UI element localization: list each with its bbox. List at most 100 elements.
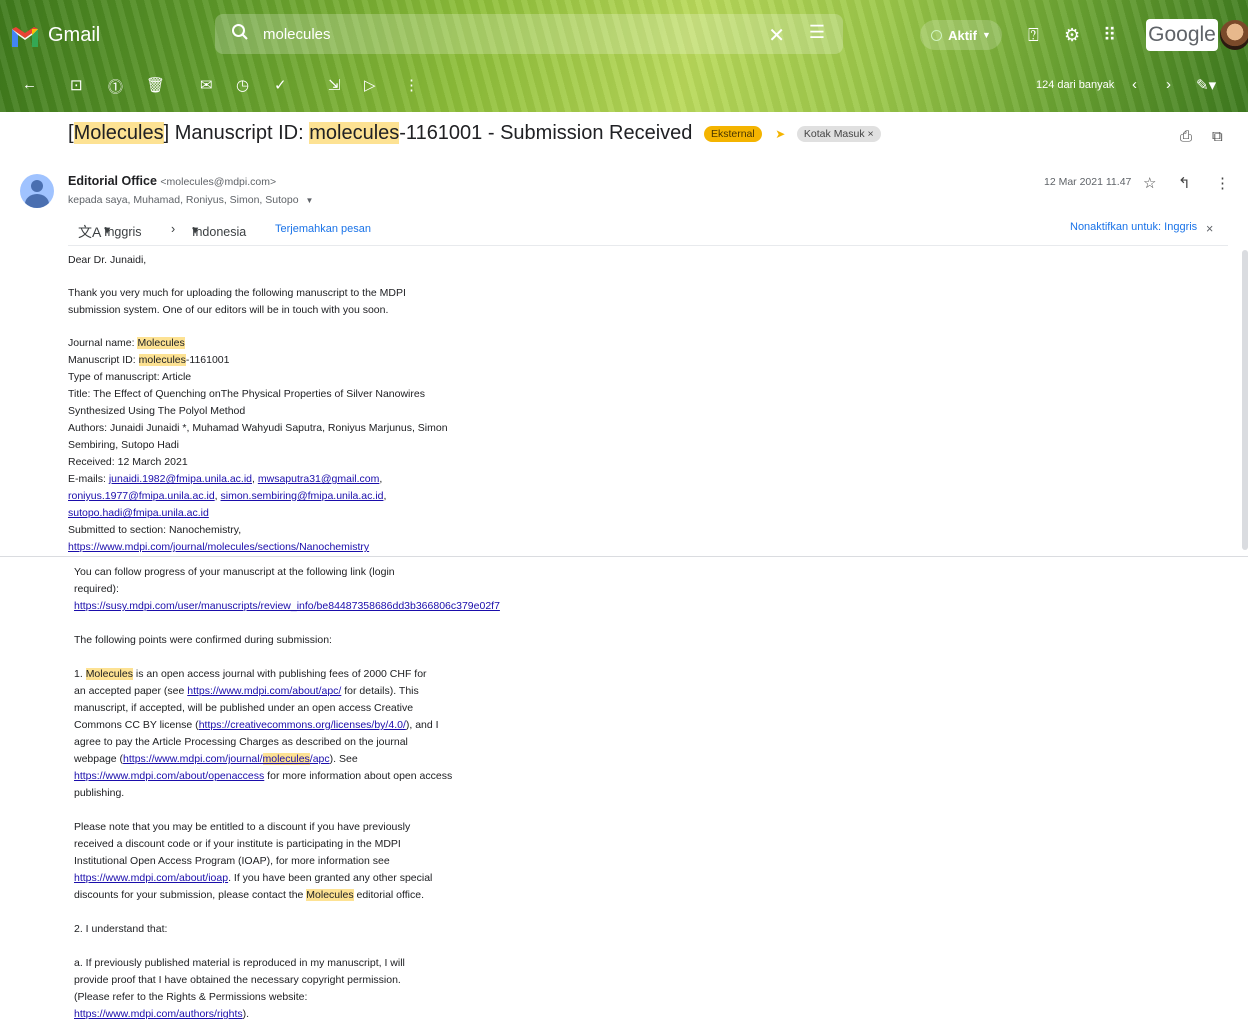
text: Commons CC BY license ( <box>74 719 199 731</box>
sender-avatar <box>20 174 54 208</box>
body-line: a. If previously published material is r… <box>74 957 405 969</box>
text: ). See <box>329 753 358 765</box>
text: webpage ( <box>74 753 124 765</box>
search-options-icon[interactable]: ☰ <box>809 22 825 43</box>
label: Manuscript ID: <box>68 354 139 366</box>
section-line: https://www.mdpi.com/journal/molecules/s… <box>68 539 528 556</box>
rights-link[interactable]: https://www.mdpi.com/authors/rights <box>74 1008 243 1020</box>
inbox-label-chip[interactable]: Kotak Masuk × <box>796 125 881 142</box>
sender-email: <molecules@mdpi.com> <box>160 176 277 188</box>
journal-apc-link[interactable]: https://www.mdpi.com/journal/molecules/a… <box>123 753 330 765</box>
email-link[interactable]: simon.sembiring@fmipa.unila.ac.id <box>221 490 384 502</box>
text: discounts for your submission, please co… <box>74 889 307 901</box>
openaccess-link[interactable]: https://www.mdpi.com/about/openaccess <box>74 770 264 782</box>
importance-marker-icon[interactable]: ➤ <box>775 127 785 141</box>
sender-line: Editorial Office <molecules@mdpi.com> <box>68 174 276 188</box>
point-1-line: https://www.mdpi.com/about/openaccess fo… <box>74 768 554 785</box>
input-tools-icon[interactable]: ✎▾ <box>1196 76 1216 94</box>
header-row: Gmail ✕ ☰ Aktif ▼ ⍰ ⚙ ⠿ Google <box>0 10 1248 62</box>
gmail-logo-text: Gmail <box>48 24 101 46</box>
gmail-m-icon <box>10 25 40 47</box>
message-more-icon[interactable]: ⋮ <box>1215 174 1230 192</box>
disable-translation-link[interactable]: Nonaktifkan untuk: Inggris <box>1070 221 1197 233</box>
email-body-bottom: You can follow progress of your manuscri… <box>74 564 554 1023</box>
value: -1161001 <box>185 354 230 366</box>
arrow-right-icon: › <box>171 222 176 236</box>
mark-unread-icon[interactable]: ✉ <box>200 76 213 94</box>
account-avatar[interactable] <box>1220 20 1248 50</box>
text: . If you have been granted any other spe… <box>228 872 433 884</box>
email-date: 12 Mar 2021 11.47 <box>1044 176 1132 188</box>
recipients-dropdown-icon[interactable]: ▼ <box>305 196 313 205</box>
body-line: Please note that you may be entitled to … <box>74 821 411 833</box>
search-icon[interactable] <box>231 23 251 46</box>
snooze-icon[interactable]: ◷ <box>236 76 249 94</box>
body-line: (Please refer to the Rights & Permission… <box>74 991 308 1003</box>
email-link[interactable]: sutopo.hadi@fmipa.unila.ac.id <box>68 507 209 519</box>
delete-icon[interactable]: 🗑 <box>146 76 165 94</box>
body-line: Sembiring, Sutopo Hadi <box>68 439 179 451</box>
body-line: Received: 12 March 2021 <box>68 456 188 468</box>
status-button[interactable]: Aktif ▼ <box>920 20 1002 50</box>
label: E-mails: <box>68 473 109 485</box>
print-icon[interactable]: ⎙ <box>1180 128 1192 145</box>
search-bar[interactable]: ✕ ☰ <box>215 14 843 54</box>
target-language-select[interactable]: Indonesia ▾ <box>192 222 246 239</box>
search-highlight: Molecules <box>73 122 164 144</box>
status-dot-icon <box>931 29 943 41</box>
body-line: Institutional Open Access Program (IOAP)… <box>74 855 390 867</box>
search-highlight: Molecules <box>137 337 185 349</box>
scrollbar[interactable] <box>1242 250 1248 550</box>
body-line: received a discount code or if your inst… <box>74 838 401 850</box>
help-icon[interactable]: ⍰ <box>1028 25 1039 46</box>
source-language-select[interactable]: Inggris ▾ <box>104 222 142 239</box>
email-link[interactable]: roniyus.1977@fmipa.unila.ac.id <box>68 490 215 502</box>
star-icon[interactable]: ☆ <box>1143 174 1156 192</box>
apps-grid-icon[interactable]: ⠿ <box>1103 25 1116 46</box>
manuscript-progress-link[interactable]: https://susy.mdpi.com/user/manuscripts/r… <box>74 600 500 612</box>
follow-link-line: https://susy.mdpi.com/user/manuscripts/r… <box>74 598 554 615</box>
search-highlight: Molecules <box>306 889 354 901</box>
archive-icon[interactable]: ⊡ <box>70 76 83 94</box>
more-options-icon[interactable]: ⋮ <box>404 76 419 94</box>
recipients-line[interactable]: kepada saya, Muhamad, Roniyus, Simon, Su… <box>68 194 313 206</box>
older-chevron-icon[interactable]: › <box>1166 76 1171 93</box>
back-arrow-icon[interactable]: ← <box>22 76 37 93</box>
search-input[interactable] <box>261 24 745 44</box>
clear-search-icon[interactable]: ✕ <box>768 23 785 48</box>
reply-icon[interactable]: ↰ <box>1178 174 1191 192</box>
rights-line: https://www.mdpi.com/authors/rights). <box>74 1006 554 1023</box>
apc-link[interactable]: https://www.mdpi.com/about/apc/ <box>187 685 341 697</box>
body-line: Authors: Junaidi Junaidi *, Muhamad Wahy… <box>68 422 448 434</box>
text: for details). This <box>341 685 419 697</box>
add-to-tasks-icon[interactable]: ✓ <box>274 76 287 94</box>
translate-message-link[interactable]: Terjemahkan pesan <box>275 223 371 235</box>
gmail-logo[interactable]: Gmail <box>10 24 100 47</box>
ioap-link[interactable]: https://www.mdpi.com/about/ioap <box>74 872 228 884</box>
newer-chevron-icon[interactable]: ‹ <box>1132 76 1137 93</box>
source-language: Inggris <box>104 225 142 239</box>
label-icon[interactable]: ▷ <box>364 76 376 94</box>
emails-line: roniyus.1977@fmipa.unila.ac.id, simon.se… <box>68 490 387 502</box>
section-divider <box>0 556 1248 557</box>
settings-gear-icon[interactable]: ⚙ <box>1064 25 1080 46</box>
body-line: Type of manuscript: Article <box>68 371 192 383</box>
google-account-brand[interactable]: Google <box>1146 19 1218 51</box>
text: editorial office. <box>353 889 425 901</box>
body-line: Thank you very much for uploading the fo… <box>68 287 406 299</box>
license-link[interactable]: https://creativecommons.org/licenses/by/… <box>199 719 406 731</box>
email-link[interactable]: junaidi.1982@fmipa.unila.ac.id <box>109 473 252 485</box>
discount-line: discounts for your submission, please co… <box>74 887 554 904</box>
target-language: Indonesia <box>192 225 247 239</box>
close-translation-icon[interactable]: × <box>1206 222 1213 236</box>
link-part: https://www.mdpi.com/journal/ <box>123 753 263 765</box>
message-count: 124 dari banyak <box>1036 79 1115 91</box>
emails-line: sutopo.hadi@fmipa.unila.ac.id <box>68 505 528 522</box>
body-line: You can follow progress of your manuscri… <box>74 566 395 578</box>
section-link[interactable]: https://www.mdpi.com/journal/molecules/s… <box>68 541 369 553</box>
sender-name[interactable]: Editorial Office <box>68 174 157 188</box>
move-to-icon[interactable]: ⇲ <box>328 76 341 94</box>
open-new-window-icon[interactable]: ⧉ <box>1212 128 1223 145</box>
email-link[interactable]: mwsaputra31@gmail.com <box>258 473 380 485</box>
report-spam-icon[interactable]: ⓵ <box>108 76 123 97</box>
